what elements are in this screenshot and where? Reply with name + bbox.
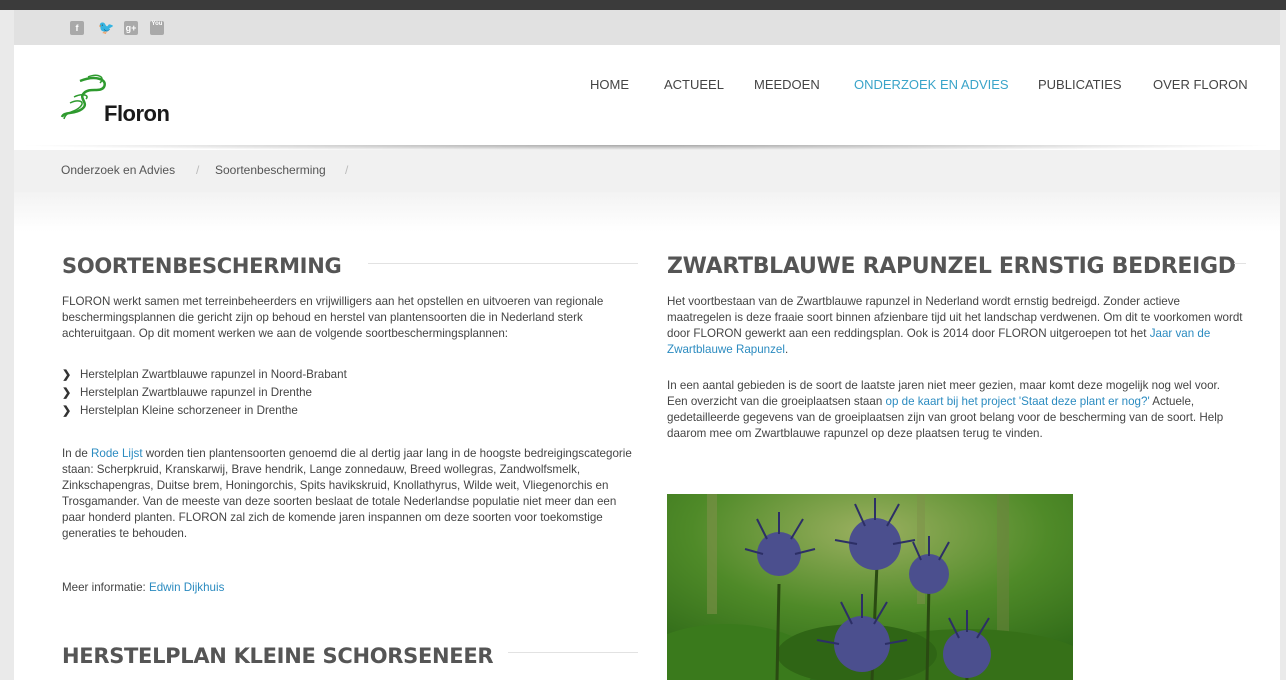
intro-paragraph: FLORON werkt samen met terreinbeheerders… [62,295,604,340]
nav-meedoen[interactable]: MEEDOEN [754,77,820,92]
article-paragraph-1: Het voortbestaan van de Zwartblauwe rapu… [667,295,1243,356]
chevron-right-icon: ❯ [62,387,72,399]
more-info-paragraph: Meer informatie: Edwin Dijkhuis [62,581,225,594]
rode-lijst-link[interactable]: Rode Lijst [91,447,143,460]
list-item[interactable]: ❯ Herstelplan Kleine schorzeneer in Drent… [62,402,347,420]
rode-lijst-paragraph: In de Rode Lijst worden tien plantensoor… [62,447,632,540]
googleplus-icon[interactable]: g+ [124,21,138,35]
facebook-icon[interactable]: f [70,21,84,35]
flower-illustration [667,494,1073,680]
nav-actueel[interactable]: ACTUEEL [664,77,724,92]
page-left-margin [0,10,14,680]
contact-link-edwin-dijkhuis[interactable]: Edwin Dijkhuis [149,581,224,594]
nav-over-floron[interactable]: OVER FLORON [1153,77,1248,92]
social-bar: f 🐦 g+ You [14,10,1280,45]
title-rule [368,263,638,264]
kaart-project-link[interactable]: op de kaart bij het project 'Staat deze … [886,395,1150,408]
section-title-herstelplan: HERSTELPLAN KLEINE SCHORSENEER [62,644,494,668]
brand-name: Floron [104,101,170,126]
title-rule [1234,263,1246,264]
nav-home[interactable]: HOME [590,77,629,92]
list-item[interactable]: ❯ Herstelplan Zwartblauwe rapunzel in Dre… [62,384,347,402]
chevron-right-icon: ❯ [62,405,72,417]
breadcrumb-onderzoek-en-advies[interactable]: Onderzoek en Advies [61,163,175,177]
plans-list: ❯ Herstelplan Zwartblauwe rapunzel in Noo… [62,366,347,420]
page-right-margin [1280,10,1286,680]
site-header: Floron HOME ACTUEEL MEEDOEN ONDERZOEK EN… [14,45,1280,145]
section-title-soortenbescherming: SOORTENBESCHERMING [62,254,342,278]
rapunzel-flower-photo [667,494,1073,680]
floron-logo[interactable]: Floron [60,73,190,133]
title-rule [508,652,638,653]
youtube-icon[interactable]: You [150,21,164,35]
chevron-right-icon: ❯ [62,369,72,381]
window-top-border [0,0,1286,10]
breadcrumb-separator: / [345,163,349,177]
breadcrumb-soortenbescherming[interactable]: Soortenbescherming [215,163,326,177]
nav-onderzoek-en-advies[interactable]: ONDERZOEK EN ADVIES [854,77,1009,92]
list-item[interactable]: ❯ Herstelplan Zwartblauwe rapunzel in Noo… [62,366,347,384]
nav-publicaties[interactable]: PUBLICATIES [1038,77,1122,92]
breadcrumb-separator: / [196,163,200,177]
article-title-zwartblauwe-rapunzel: ZWARTBLAUWE RAPUNZEL ERNSTIG BEDREIGD [667,254,1236,279]
twitter-icon[interactable]: 🐦 [98,21,114,35]
breadcrumb: Onderzoek en Advies / Soortenbescherming… [14,150,1280,192]
article-paragraph-2: In een aantal gebieden is de soort de la… [667,379,1224,440]
